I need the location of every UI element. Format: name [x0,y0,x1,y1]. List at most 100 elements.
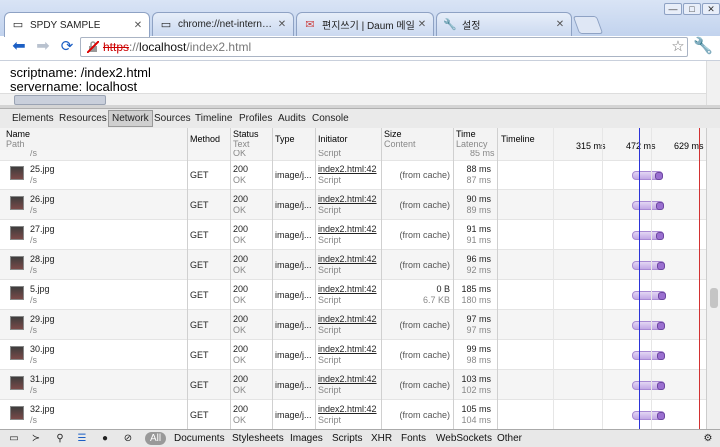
menu-wrench-icon[interactable]: 🔧 [692,36,714,58]
row-method: GET [190,290,209,300]
image-thumbnail-icon [10,316,24,330]
table-row[interactable]: 30.jpg/s GET 200 OK image/j... index2.html:42… [0,340,706,370]
col-timeline[interactable]: Timeline [501,134,535,144]
close-icon[interactable]: ✕ [553,19,567,30]
scroll-thumb[interactable] [710,288,718,308]
record-icon[interactable]: ● [97,431,113,446]
tab-elements[interactable]: Elements [9,111,57,126]
image-thumbnail-icon [10,226,24,240]
row-size: (from cache) [399,380,450,390]
page-vertical-scrollbar[interactable] [706,61,720,105]
table-row[interactable]: 26.jpg/s GET 200 OK image/j... index2.html:42… [0,190,706,220]
filter-stylesheets[interactable]: Stylesheets [232,432,284,445]
row-name: 28.jpg/s [30,254,55,275]
col-size[interactable]: Size Content [384,129,416,149]
table-row[interactable]: 25.jpg/s GET 200 OK image/j... index2.html:42… [0,160,706,190]
close-window-button[interactable]: ✕ [702,3,720,15]
initiator-link[interactable]: index2.html:42 [318,194,377,204]
close-icon[interactable]: ✕ [275,19,289,30]
col-initiator[interactable]: Initiator [318,134,348,144]
row-method: GET [190,350,209,360]
forward-arrow-icon[interactable]: ➡ [32,36,54,58]
image-thumbnail-icon [10,166,24,180]
filter-scripts[interactable]: Scripts [332,432,363,445]
initiator-link[interactable]: index2.html:42 [318,374,377,384]
image-thumbnail-icon [10,406,24,420]
table-row[interactable]: 27.jpg/s GET 200 OK image/j... index2.html:42… [0,220,706,250]
filter-all[interactable]: All [145,432,167,445]
tab-profiles[interactable]: Profiles [236,111,275,126]
filter-documents[interactable]: Documents [174,432,225,445]
settings-gear-icon[interactable]: ⚙ [700,431,716,446]
row-name: 27.jpg/s [30,224,55,245]
minimize-button[interactable]: — [664,3,682,15]
table-row[interactable]: 5.jpg/s GET 200 OK image/j... index2.html:42 S… [0,280,706,310]
load-event-marker [699,128,700,429]
scroll-thumb[interactable] [14,95,106,105]
table-row[interactable]: 31.jpg/s GET 200 OK image/j... index2.html:42… [0,370,706,400]
row-size: 0 B 6.7 KB [422,284,450,305]
dock-icon[interactable]: ▭ [6,431,22,446]
initiator-link[interactable]: index2.html:42 [318,164,377,174]
image-thumbnail-icon [10,346,24,360]
tab-network[interactable]: Network [108,110,153,127]
maximize-button[interactable]: □ [683,3,701,15]
initiator-link[interactable]: index2.html:42 [318,284,377,294]
timeline-bar-end [658,292,666,300]
back-arrow-icon[interactable]: ⬅ [8,36,30,58]
timeline-bar-end [657,412,665,420]
network-table-header: Name Path Method Status Text Type Initiato… [0,128,706,151]
tab-timeline[interactable]: Timeline [192,111,235,126]
row-size: (from cache) [399,200,450,210]
col-method[interactable]: Method [190,134,220,144]
table-row[interactable]: 32.jpg/s GET 200 OK image/j... index2.html:42… [0,400,706,430]
large-rows-icon[interactable]: ☰ [74,431,90,446]
filter-other[interactable]: Other [497,432,522,445]
tab-console[interactable]: Console [309,111,352,126]
row-initiator: index2.html:42 Script [318,314,377,335]
timeline-gridline [651,128,652,429]
row-initiator: index2.html:42 Script [318,344,377,365]
close-icon[interactable]: ✕ [131,20,145,31]
console-drawer-icon[interactable]: ≻ [28,431,44,446]
initiator-link[interactable]: index2.html:42 [318,254,377,264]
tab-sources[interactable]: Sources [151,111,194,126]
table-row[interactable]: 29.jpg/s GET 200 OK image/j... index2.html:42… [0,310,706,340]
page-line-scriptname: scriptname: /index2.html [10,65,151,80]
table-row[interactable]: 28.jpg/s GET 200 OK image/j... index2.html:42… [0,250,706,280]
page-horizontal-scrollbar[interactable] [0,93,706,105]
url-separator: :// [129,40,140,54]
network-vertical-scrollbar[interactable] [706,128,720,429]
initiator-link[interactable]: index2.html:42 [318,404,377,414]
initiator-link[interactable]: index2.html:42 [318,224,377,234]
col-type[interactable]: Type [275,134,295,144]
tab-resources[interactable]: Resources [56,111,110,126]
tab-spdy-sample[interactable]: ▭ SPDY SAMPLE ✕ [4,12,150,37]
reload-icon[interactable]: ⟳ [56,36,78,58]
tab-daum-mail[interactable]: ✉ 편지쓰기 | Daum 메일 ✕ [296,12,434,36]
col-time[interactable]: Time Latency [456,129,488,149]
filter-images[interactable]: Images [290,432,323,445]
initiator-link[interactable]: index2.html:42 [318,314,377,324]
filter-websockets[interactable]: WebSockets [436,432,492,445]
tab-audits[interactable]: Audits [275,111,309,126]
clear-icon[interactable]: ⊘ [120,431,136,446]
search-icon[interactable]: ⚲ [52,431,68,446]
column-divider [230,128,231,429]
address-bar[interactable]: https://localhost/index2.html [80,37,688,57]
url-scheme: https [103,40,130,54]
filter-xhr[interactable]: XHR [371,432,392,445]
image-thumbnail-icon [10,196,24,210]
page-icon: ▭ [160,18,172,31]
filter-fonts[interactable]: Fonts [401,432,426,445]
row-path: /s [30,150,38,158]
initiator-link[interactable]: index2.html:42 [318,344,377,354]
col-name[interactable]: Name Path [6,129,30,149]
row-type: image/j... [275,230,312,240]
tab-settings[interactable]: 🔧 설정 ✕ [436,12,572,36]
column-divider [453,128,454,429]
tab-net-internals[interactable]: ▭ chrome://net-internals/#ev ✕ [152,12,294,36]
close-icon[interactable]: ✕ [415,19,429,30]
bookmark-star-icon[interactable]: ☆ [667,36,689,58]
col-status[interactable]: Status Text [233,129,259,149]
